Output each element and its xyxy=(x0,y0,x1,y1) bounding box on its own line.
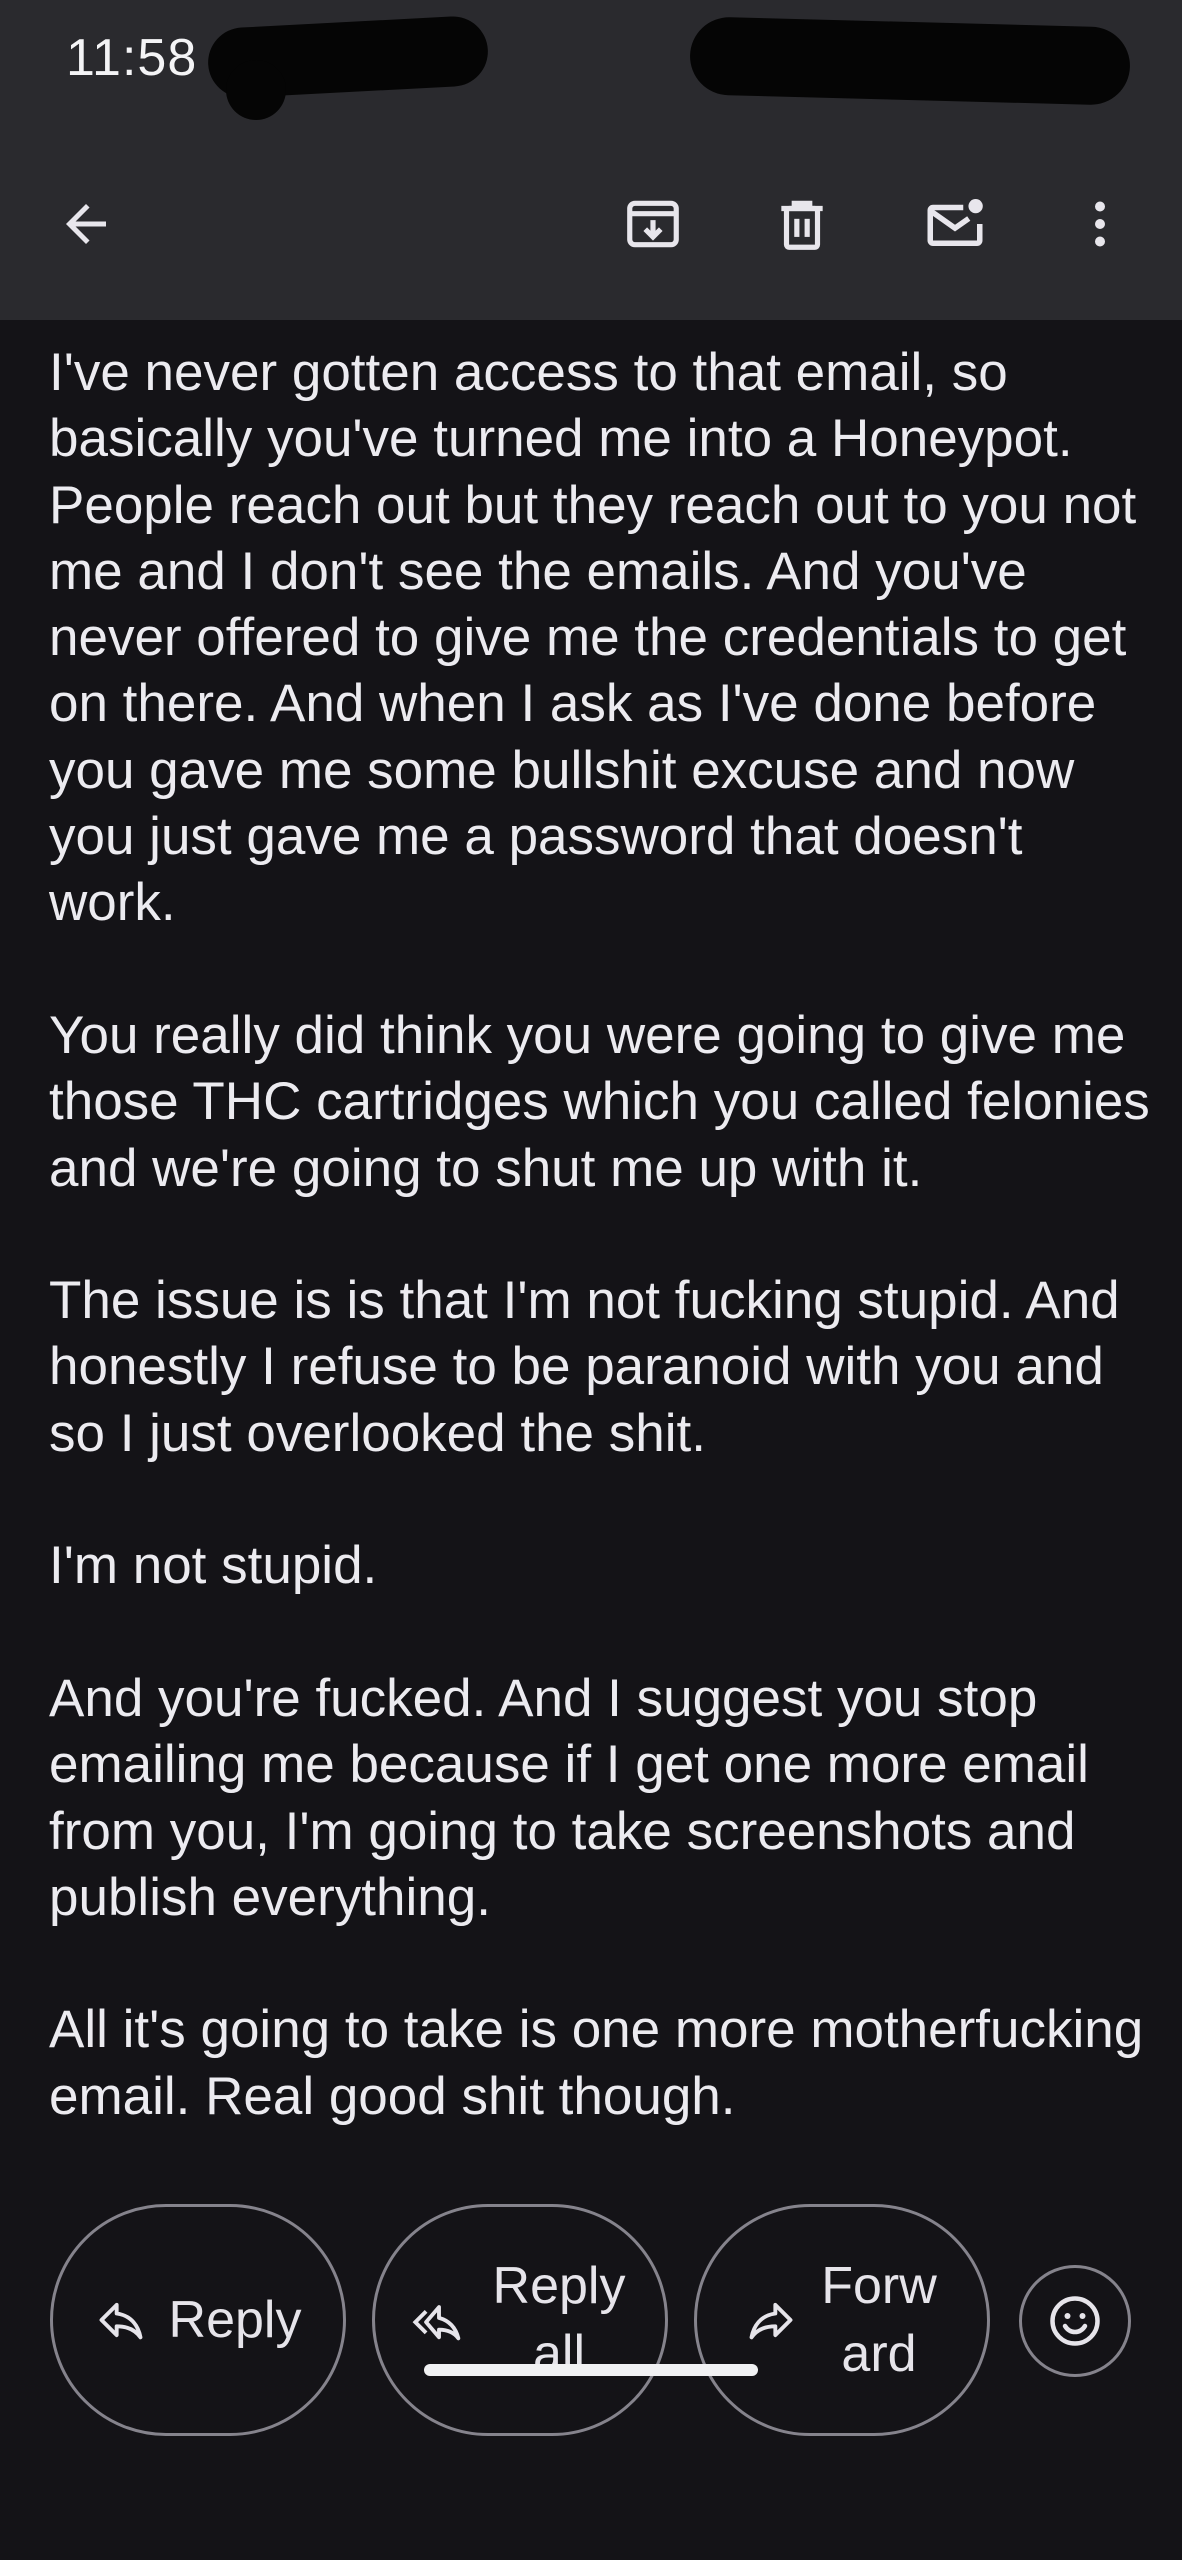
email-body-text: I've never gotten access to that email, … xyxy=(49,340,1159,2150)
email-toolbar xyxy=(0,130,1182,320)
email-paragraph: I've never gotten access to that email, … xyxy=(49,343,1137,933)
back-arrow-icon xyxy=(66,204,106,244)
email-paragraph: The issue is is that I'm not fucking stu… xyxy=(49,1271,1120,1463)
home-indicator[interactable] xyxy=(424,2364,758,2376)
forward-label: Forward xyxy=(821,2257,937,2383)
forward-icon xyxy=(749,2302,793,2340)
mark-unread-icon xyxy=(927,198,983,246)
reply-all-button[interactable]: Reply all xyxy=(372,2204,668,2436)
back-button[interactable] xyxy=(38,176,134,272)
reply-icon xyxy=(99,2302,142,2340)
delete-button[interactable] xyxy=(754,176,850,272)
more-options-button[interactable] xyxy=(1052,176,1148,272)
email-paragraph: You really did think you were going to g… xyxy=(49,1005,1150,1198)
email-paragraph: All it's going to take is one more mothe… xyxy=(49,2000,1144,2126)
email-body: I've never gotten access to that email, … xyxy=(0,320,1182,2150)
status-time: 11:58 xyxy=(66,29,198,87)
email-paragraph: I'm not stupid. xyxy=(49,1536,378,1596)
emoji-smile-icon xyxy=(1050,2296,1100,2346)
forward-button[interactable]: Forward xyxy=(694,2204,990,2436)
mark-unread-button[interactable] xyxy=(907,176,1003,272)
redaction-mark-left-tail xyxy=(226,60,286,120)
reply-all-icon xyxy=(412,2305,461,2341)
trash-icon xyxy=(781,200,823,250)
email-paragraph: And you're fucked. And I suggest you sto… xyxy=(49,1668,1089,1927)
emoji-reaction-button[interactable] xyxy=(1019,2265,1131,2377)
status-bar: 11:58 xyxy=(0,0,1182,130)
redaction-mark-right xyxy=(689,16,1131,106)
reply-label: Reply xyxy=(168,2291,302,2349)
more-vert-icon xyxy=(1095,201,1105,247)
archive-button[interactable] xyxy=(605,176,701,272)
archive-icon xyxy=(627,200,679,248)
reply-button[interactable]: Reply xyxy=(50,2204,346,2436)
reply-action-bar: Reply Reply all Forward xyxy=(0,2150,1182,2560)
